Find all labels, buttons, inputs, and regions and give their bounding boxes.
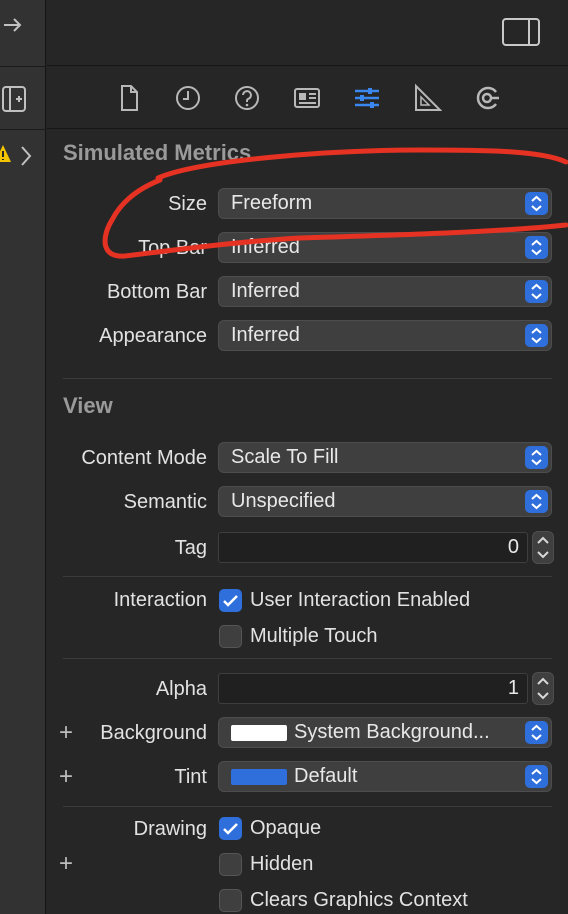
appearance-value: Inferred (231, 324, 300, 346)
content-mode-label: Content Mode (81, 447, 207, 469)
section-divider (63, 658, 552, 659)
bottom-bar-popup[interactable]: Inferred (218, 276, 552, 307)
arrow-right-icon[interactable] (2, 14, 24, 40)
identity-card-icon[interactable] (292, 83, 322, 113)
size-popup[interactable]: Freeform (218, 188, 552, 219)
multiple-touch-label: Multiple Touch (250, 625, 378, 647)
hidden-checkbox[interactable] (219, 853, 242, 876)
bottom-bar-value: Inferred (231, 280, 300, 302)
clock-icon[interactable] (173, 83, 203, 113)
popup-arrows-icon (525, 324, 548, 347)
tag-field[interactable]: 0 (218, 532, 528, 563)
alpha-stepper[interactable] (532, 672, 554, 705)
tint-color-swatch (231, 769, 287, 785)
user-interaction-label: User Interaction Enabled (250, 589, 471, 611)
section-divider (63, 576, 552, 577)
strip-divider (0, 129, 46, 130)
popup-arrows-icon (525, 446, 548, 469)
inspector-top-bar (47, 0, 568, 66)
alpha-field[interactable]: 1 (218, 673, 528, 704)
content-mode-popup[interactable]: Scale To Fill (218, 442, 552, 473)
chevron-right-icon[interactable] (19, 145, 33, 171)
multiple-touch-checkbox[interactable] (219, 625, 242, 648)
help-icon[interactable] (232, 83, 262, 113)
section-divider (63, 378, 552, 379)
tint-popup[interactable]: Default (218, 761, 552, 792)
tint-value: Default (294, 765, 358, 787)
connections-icon[interactable] (472, 83, 502, 113)
editor-left-strip (0, 0, 46, 914)
content-mode-value: Scale To Fill (231, 446, 339, 468)
alpha-label: Alpha (155, 678, 207, 700)
section-divider (63, 806, 552, 807)
strip-divider (0, 66, 46, 67)
section-title-view: View (63, 393, 113, 418)
inspector-panel-toggle-icon[interactable] (502, 18, 540, 46)
popup-arrows-icon (525, 490, 548, 513)
top-bar-value: Inferred (231, 236, 300, 258)
top-bar-label: Top Bar (138, 237, 207, 259)
alpha-value: 1 (507, 677, 519, 699)
popup-arrows-icon (525, 236, 548, 259)
appearance-label: Appearance (99, 325, 207, 347)
size-label: Size (168, 193, 207, 215)
semantic-popup[interactable]: Unspecified (218, 486, 552, 517)
interaction-label: Interaction (113, 589, 207, 611)
bottom-bar-label: Bottom Bar (106, 281, 207, 303)
background-label: Background (100, 722, 207, 744)
popup-arrows-icon (525, 280, 548, 303)
semantic-value: Unspecified (231, 490, 336, 512)
popup-arrows-icon (525, 192, 548, 215)
clears-graphics-context-checkbox[interactable] (219, 889, 242, 912)
section-title-simulated-metrics: Simulated Metrics (63, 140, 252, 165)
popup-arrows-icon (525, 765, 548, 788)
background-value: System Background... (294, 721, 490, 743)
user-interaction-checkbox[interactable] (219, 589, 242, 612)
add-square-icon[interactable] (2, 86, 26, 116)
top-bar-popup[interactable]: Inferred (218, 232, 552, 263)
attributes-inspector: Simulated Metrics Size Freeform Top Bar … (47, 130, 568, 914)
drawing-label: Drawing (133, 818, 207, 840)
size-value: Freeform (231, 192, 313, 214)
background-color-swatch (231, 725, 287, 741)
tag-value: 0 (507, 536, 519, 558)
size-ruler-icon[interactable] (412, 83, 443, 113)
drawing-variation-add-icon[interactable]: + (59, 852, 73, 876)
appearance-popup[interactable]: Inferred (218, 320, 552, 351)
semantic-label: Semantic (123, 491, 207, 513)
hidden-label: Hidden (250, 853, 314, 875)
opaque-label: Opaque (250, 817, 322, 839)
attributes-sliders-icon[interactable] (352, 83, 382, 113)
tag-label: Tag (174, 537, 207, 559)
inspector-tab-bar (47, 67, 568, 129)
warning-icon (0, 144, 12, 168)
opaque-checkbox[interactable] (219, 817, 242, 840)
popup-arrows-icon (525, 721, 548, 744)
tag-stepper[interactable] (532, 531, 554, 564)
background-popup[interactable]: System Background... (218, 717, 552, 748)
clears-graphics-context-label: Clears Graphics Context (250, 889, 468, 911)
file-icon[interactable] (114, 83, 144, 113)
tint-label: Tint (174, 766, 207, 788)
